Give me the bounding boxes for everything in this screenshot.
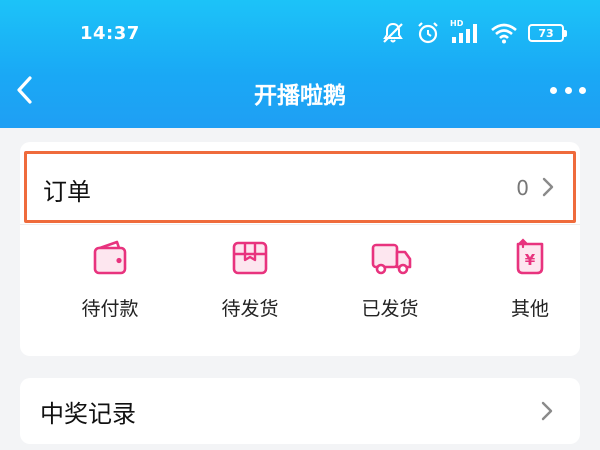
wallet-icon	[90, 238, 130, 278]
mute-icon	[380, 20, 406, 46]
chevron-right-icon	[541, 401, 553, 421]
order-title: 订单	[43, 178, 91, 206]
order-item-label: 其他	[510, 298, 549, 320]
screen: 14:37 HD 73 开播啦鹅 订单 0 待付款 待发货 已发货 ¥ 其他 中…	[0, 0, 600, 450]
status-icons: HD 73	[380, 19, 567, 47]
order-item-other[interactable]: ¥ 其他	[470, 232, 590, 332]
truck-icon	[370, 238, 412, 278]
battery-icon: 73	[528, 24, 567, 42]
status-time: 14:37	[80, 23, 140, 44]
battery-level: 73	[538, 26, 554, 40]
divider	[20, 224, 580, 225]
order-item-label: 待付款	[81, 298, 139, 320]
order-item-label: 已发货	[361, 298, 419, 320]
order-count: 0	[516, 176, 529, 200]
prize-records-row[interactable]: 中奖记录	[20, 378, 580, 444]
svg-text:¥: ¥	[525, 251, 536, 269]
refund-icon: ¥	[510, 238, 550, 278]
package-icon	[230, 238, 270, 278]
prize-records-title: 中奖记录	[40, 400, 136, 428]
order-status-items: 待付款 待发货 已发货 ¥ 其他	[20, 232, 580, 332]
more-button[interactable]	[550, 80, 586, 100]
order-card: 订单 0 待付款 待发货 已发货 ¥ 其他	[20, 142, 580, 356]
chevron-right-icon	[542, 177, 554, 197]
order-item-shipped[interactable]: 已发货	[330, 232, 450, 332]
order-item-pending-payment[interactable]: 待付款	[50, 232, 170, 332]
order-header-row[interactable]: 订单 0	[24, 151, 576, 223]
wifi-icon	[490, 22, 518, 44]
header: 14:37 HD 73 开播啦鹅	[0, 0, 600, 128]
order-item-pending-shipment[interactable]: 待发货	[190, 232, 310, 332]
page-title: 开播啦鹅	[254, 83, 346, 109]
order-item-label: 待发货	[221, 298, 279, 320]
more-horizontal-icon	[550, 86, 557, 94]
alarm-icon	[416, 21, 440, 45]
signal-icon: HD	[450, 19, 480, 45]
